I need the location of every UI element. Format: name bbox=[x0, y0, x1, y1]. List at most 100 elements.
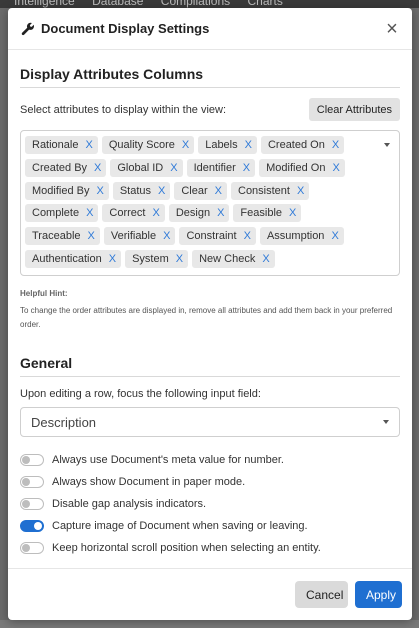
attribute-tag-label: Consistent bbox=[238, 184, 290, 197]
remove-attribute-button[interactable]: X bbox=[96, 185, 103, 197]
option-row: Disable gap analysis indicators. bbox=[20, 493, 400, 515]
attributes-multiselect[interactable]: Rationale X Quality Score X Labels X Created O… bbox=[20, 130, 400, 276]
option-row: Keep horizontal scroll position when sel… bbox=[20, 537, 400, 559]
attribute-tag-label: New Check bbox=[199, 252, 256, 265]
attribute-tag-label: Rationale bbox=[32, 139, 79, 151]
display-attributes-heading: Display Attributes Columns bbox=[20, 66, 400, 88]
helpful-hint-title: Helpful Hint: bbox=[20, 289, 68, 298]
clear-attributes-button[interactable]: Clear Attributes bbox=[308, 98, 400, 121]
attribute-tag-label: Traceable bbox=[32, 230, 81, 243]
remove-attribute-button[interactable]: X bbox=[152, 207, 159, 219]
dropdown-arrow-icon[interactable] bbox=[384, 143, 390, 147]
remove-attribute-button[interactable]: X bbox=[297, 185, 304, 197]
remove-attribute-button[interactable]: X bbox=[217, 207, 224, 219]
option-toggle[interactable] bbox=[20, 498, 44, 510]
attribute-tag: Modified On X bbox=[259, 158, 345, 177]
option-row: Always use Document's meta value for num… bbox=[20, 449, 400, 471]
background-tab: Compilations bbox=[160, 0, 231, 8]
cancel-button[interactable]: Cancel bbox=[295, 581, 348, 608]
helpful-hint-text: To change the order attributes are displ… bbox=[20, 306, 393, 329]
attribute-tag: Global ID X bbox=[110, 158, 183, 177]
attribute-tag-label: Complete bbox=[32, 207, 80, 220]
attribute-tag-label: Global ID bbox=[117, 161, 164, 174]
dialog-header: Document Display Settings × bbox=[8, 8, 412, 50]
option-row: Always show Document in paper mode. bbox=[20, 471, 400, 493]
attribute-tag-label: Clear bbox=[181, 184, 208, 197]
background-tab: Database bbox=[92, 0, 144, 8]
attribute-tag-label: System bbox=[132, 252, 169, 265]
option-label: Always use Document's meta value for num… bbox=[52, 454, 284, 466]
attribute-tag-label: Constraint bbox=[186, 230, 237, 243]
background-tab: Intelligence bbox=[14, 0, 75, 8]
attribute-tag: Status X bbox=[112, 181, 171, 200]
dialog-footer: Cancel Apply bbox=[8, 568, 412, 620]
attribute-tag: Clear X bbox=[174, 181, 227, 200]
attribute-tag: System X bbox=[125, 249, 189, 268]
remove-attribute-button[interactable]: X bbox=[215, 185, 222, 197]
remove-attribute-button[interactable]: X bbox=[170, 162, 177, 174]
attribute-tag-label: Modified By bbox=[32, 184, 90, 197]
option-label: Disable gap analysis indicators. bbox=[52, 498, 207, 510]
attribute-tag-label: Modified On bbox=[266, 161, 326, 174]
select-attributes-label: Select attributes to display within the … bbox=[20, 103, 227, 116]
attribute-tag-label: Identifier bbox=[193, 161, 236, 174]
remove-attribute-button[interactable]: X bbox=[85, 139, 92, 151]
toggle-knob bbox=[34, 522, 42, 530]
toggle-knob bbox=[22, 456, 30, 464]
attribute-tag: Labels X bbox=[198, 136, 257, 154]
attribute-tag-label: Labels bbox=[205, 139, 238, 151]
attribute-tag: Verifiable X bbox=[103, 227, 176, 246]
remove-attribute-button[interactable]: X bbox=[158, 185, 165, 197]
option-row: Capture image of Document when saving or… bbox=[20, 515, 400, 537]
remove-attribute-button[interactable]: X bbox=[332, 139, 339, 151]
attribute-tag: Design X bbox=[168, 204, 230, 223]
toggle-knob bbox=[22, 500, 30, 508]
attribute-tag-label: Created On bbox=[267, 139, 325, 151]
attribute-tag: Complete X bbox=[25, 204, 99, 223]
attribute-tag: Quality Score X bbox=[101, 136, 195, 154]
attributes-row: Select attributes to display within the … bbox=[20, 98, 400, 121]
apply-button[interactable]: Apply bbox=[355, 581, 402, 608]
attribute-tag-label: Assumption bbox=[266, 230, 325, 243]
remove-attribute-button[interactable]: X bbox=[109, 253, 116, 265]
option-toggle[interactable] bbox=[20, 476, 44, 488]
background-tab: Charts bbox=[247, 0, 283, 8]
remove-attribute-button[interactable]: X bbox=[262, 253, 269, 265]
dialog-body: Display Attributes Columns Select attrib… bbox=[8, 66, 412, 559]
remove-attribute-button[interactable]: X bbox=[88, 230, 95, 242]
attribute-tag: Correct X bbox=[102, 204, 165, 223]
attribute-tag-label: Created By bbox=[32, 161, 88, 174]
remove-attribute-button[interactable]: X bbox=[243, 162, 250, 174]
remove-attribute-button[interactable]: X bbox=[182, 139, 189, 151]
remove-attribute-button[interactable]: X bbox=[245, 139, 252, 151]
toggle-knob bbox=[22, 544, 30, 552]
remove-attribute-button[interactable]: X bbox=[176, 253, 183, 265]
option-toggle[interactable] bbox=[20, 542, 44, 554]
attribute-tag: Created By X bbox=[25, 158, 107, 177]
attribute-tag-label: Authentication bbox=[32, 252, 102, 265]
attribute-tag-label: Correct bbox=[109, 207, 146, 220]
attribute-tag: Created On X bbox=[260, 136, 345, 154]
attribute-tag: New Check X bbox=[192, 249, 275, 268]
remove-attribute-button[interactable]: X bbox=[94, 162, 101, 174]
option-label: Always show Document in paper mode. bbox=[52, 476, 246, 488]
remove-attribute-button[interactable]: X bbox=[289, 207, 296, 219]
dialog-title: Document Display Settings bbox=[41, 21, 210, 36]
close-button[interactable]: × bbox=[384, 19, 400, 39]
option-toggle[interactable] bbox=[20, 454, 44, 466]
attribute-tag-label: Status bbox=[119, 184, 152, 197]
settings-dialog: Document Display Settings × Display Attr… bbox=[8, 8, 412, 620]
remove-attribute-button[interactable]: X bbox=[332, 162, 339, 174]
background-footer bbox=[0, 620, 419, 628]
remove-attribute-button[interactable]: X bbox=[331, 230, 338, 242]
focus-field-select[interactable]: Description bbox=[20, 407, 400, 437]
option-toggle[interactable] bbox=[20, 520, 44, 532]
general-heading: General bbox=[20, 355, 400, 377]
remove-attribute-button[interactable]: X bbox=[86, 207, 93, 219]
focus-field-value: Description bbox=[31, 414, 97, 430]
remove-attribute-button[interactable]: X bbox=[244, 230, 251, 242]
attribute-tag: Authentication X bbox=[25, 249, 122, 268]
remove-attribute-button[interactable]: X bbox=[163, 230, 170, 242]
background-topbar: Intelligence Database Compilations Chart… bbox=[0, 0, 419, 8]
option-label: Capture image of Document when saving or… bbox=[52, 520, 308, 532]
